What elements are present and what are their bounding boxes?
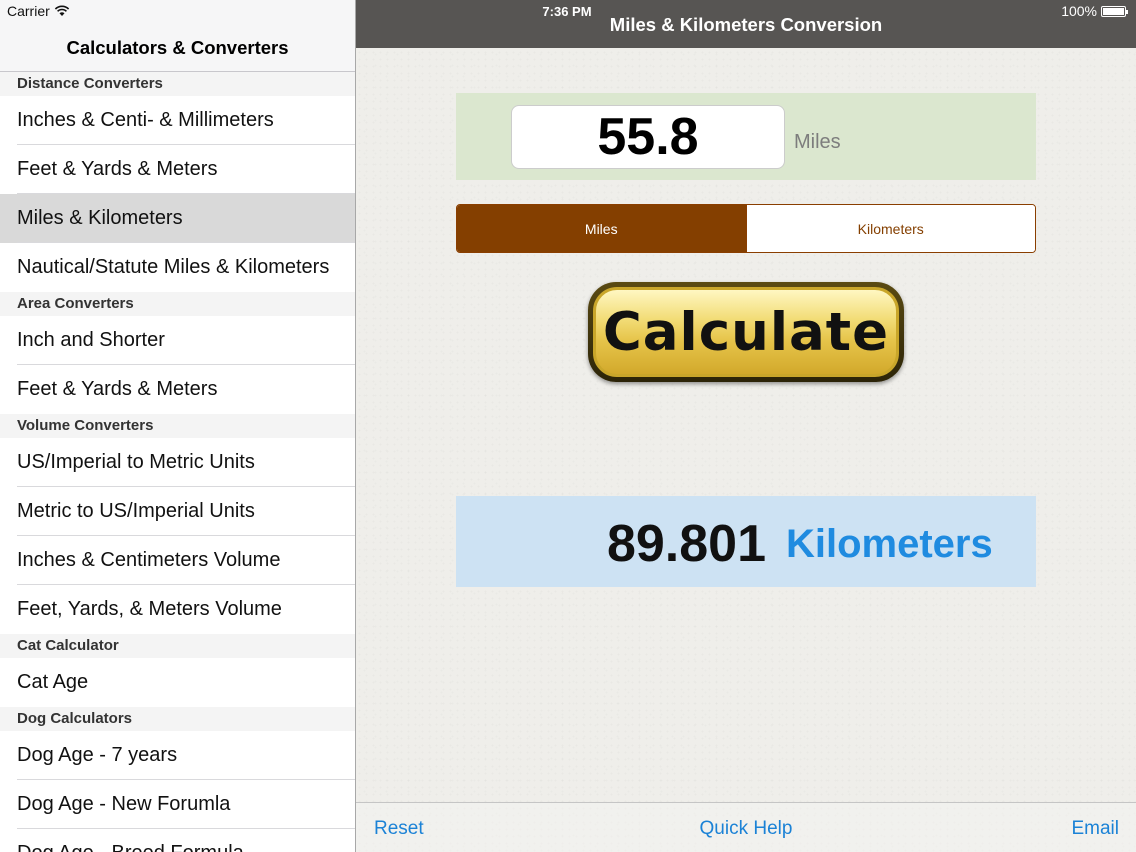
detail-title: Miles & Kilometers Conversion (609, 14, 883, 35)
email-button[interactable]: Email (1071, 818, 1119, 840)
master-pane: Carrier Calculators & Converters Distanc… (0, 0, 355, 852)
quick-help-button[interactable]: Quick Help (356, 818, 1136, 840)
list-item[interactable]: Inches & Centimeters Volume (0, 536, 355, 585)
list-item[interactable]: Dog Age - Breed Formula (0, 829, 355, 852)
master-title: Calculators & Converters (66, 37, 289, 58)
list-item[interactable]: Inches & Centi- & Millimeters (0, 96, 355, 145)
detail-pane: 7:36 PM 100% Miles & Kilometers Conversi… (356, 0, 1136, 852)
carrier-label: Carrier (7, 3, 50, 19)
amount-input[interactable] (511, 105, 785, 169)
list-item[interactable]: Dog Age - 7 years (0, 731, 355, 780)
list-item[interactable]: Nautical/Statute Miles & Kilometers (0, 243, 355, 292)
wifi-icon (54, 5, 69, 16)
master-header: Carrier Calculators & Converters (0, 0, 355, 72)
segment-miles[interactable]: Miles (457, 205, 746, 252)
list-item[interactable]: US/Imperial to Metric Units (0, 438, 355, 487)
detail-navbar: 7:36 PM 100% Miles & Kilometers Conversi… (356, 0, 1136, 48)
list-item[interactable]: Miles & Kilometers (0, 194, 355, 243)
unit-segmented-control[interactable]: Miles Kilometers (456, 204, 1036, 253)
list-item[interactable]: Dog Age - New Forumla (0, 780, 355, 829)
section-header: Dog Calculators (0, 707, 355, 731)
list-item[interactable]: Feet, Yards, & Meters Volume (0, 585, 355, 634)
result-unit: Kilometers (786, 522, 993, 566)
calculate-label: Calculate (602, 301, 890, 363)
result-value: 89.801 (606, 515, 766, 573)
section-header: Area Converters (0, 292, 355, 316)
segment-kilometers[interactable]: Kilometers (745, 205, 1035, 252)
input-unit-label: Miles (794, 131, 841, 153)
calculate-button[interactable]: Calculate (588, 282, 904, 382)
input-panel: Miles (456, 93, 1036, 180)
list-item[interactable]: Feet & Yards & Meters (0, 145, 355, 194)
calculate-button-face[interactable]: Calculate (593, 287, 899, 377)
converter-list: Distance Converters Inches & Centi- & Mil… (0, 72, 355, 852)
section-header: Cat Calculator (0, 634, 355, 658)
section-header: Volume Converters (0, 414, 355, 438)
bottom-toolbar: Reset Quick Help Email (356, 802, 1136, 852)
result-panel: 89.801 Kilometers (456, 496, 1036, 587)
status-carrier: Carrier (7, 3, 70, 19)
section-header: Distance Converters (0, 72, 355, 96)
list-item[interactable]: Feet & Yards & Meters (0, 365, 355, 414)
list-item[interactable]: Metric to US/Imperial Units (0, 487, 355, 536)
list-item[interactable]: Cat Age (0, 658, 355, 707)
list-item[interactable]: Inch and Shorter (0, 316, 355, 365)
